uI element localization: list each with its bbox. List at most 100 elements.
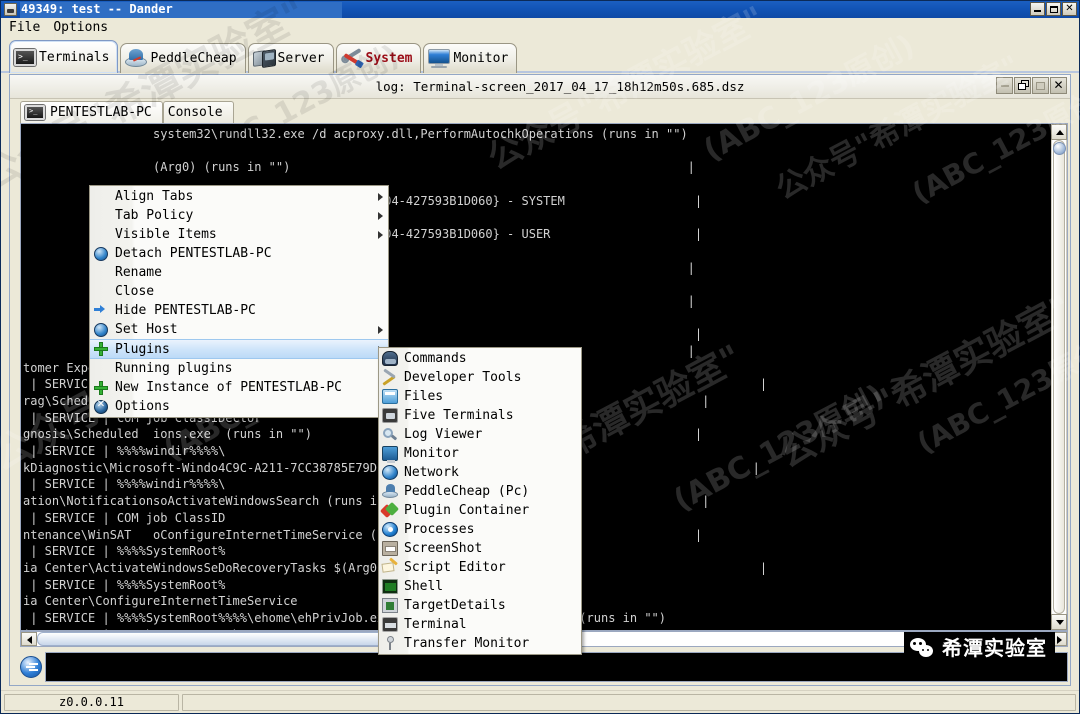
menu-item-label: Processes [404,522,475,537]
scroll-down-arrow[interactable] [1051,614,1067,630]
plugin-item-monitor[interactable]: Monitor [379,444,581,463]
console-vertical-scrollbar[interactable] [1050,124,1067,630]
scroll-left-arrow[interactable] [21,632,37,646]
plugin-item-targetdetails[interactable]: TargetDetails [379,596,581,615]
menu-item-label: Hide PENTESTLAB-PC [115,303,256,318]
menu-item-label: Shell [404,579,444,594]
menu-item-visible-items[interactable]: Visible Items [90,225,388,244]
scroll-thumb[interactable] [1053,140,1065,614]
plugins-submenu: Commands Developer Tools Files Five Termina… [378,347,582,655]
log-window-ghost-button[interactable] [996,77,1013,94]
menu-item-label: Close [115,284,155,299]
log-window-restore-button[interactable] [1014,77,1031,94]
log-window-titlebar: log: Terminal-screen_2017_04_17_18h12m50… [10,75,1070,99]
log-window-controls: ✕ [995,77,1067,94]
session-tab-pentestlab-pc[interactable]: PENTESTLAB-PC [20,101,163,123]
monitor-icon [382,446,398,463]
menu-item-label: Monitor [404,446,459,461]
shell-icon [382,579,398,594]
tab-monitor[interactable]: Monitor [423,43,518,73]
plugin-item-shell[interactable]: Shell [379,577,581,596]
log-window-minimize-button[interactable] [1032,77,1049,94]
menu-item-options[interactable]: Options [90,397,388,416]
minimize-button[interactable] [1030,2,1045,16]
monitor-icon [428,49,451,68]
submenu-arrow-icon [378,193,383,201]
plugin-item-files[interactable]: Files [379,387,581,406]
maximize-button[interactable] [1046,2,1061,16]
plus-icon [90,340,112,358]
tab-system-label: System [365,51,413,66]
plugin-item-five-terminals[interactable]: Five Terminals [379,406,581,425]
menu-item-rename[interactable]: Rename [90,263,388,282]
scroll-up-arrow[interactable] [1051,124,1067,140]
session-tab-console[interactable]: Console [162,101,234,123]
log-window-title: log: Terminal-screen_2017_04_17_18h12m50… [375,79,745,94]
script-editor-icon [379,559,401,577]
menu-item-align-tabs[interactable]: Align Tabs [90,187,388,206]
send-command-icon[interactable] [20,656,42,678]
files-icon [382,389,398,404]
submenu-arrow-icon [378,212,383,220]
five-terminals-icon [379,407,401,425]
server-icon [252,48,276,69]
menu-item-tab-policy[interactable]: Tab Policy [90,206,388,225]
status-bar: z0.0.0.11 [1,690,1079,713]
plugin-item-processes[interactable]: Processes [379,520,581,539]
window-title: 49349: test -- Dander [20,1,342,18]
menu-item-set-host[interactable]: Set Host [90,320,388,339]
menu-item-label: PeddleCheap (Pc) [404,484,530,499]
menu-item-label: TargetDetails [404,598,506,613]
menu-item-close[interactable]: Close [90,282,388,301]
menu-bar: File Options [1,18,1079,36]
menu-item-label: Align Tabs [115,189,194,204]
submenu-arrow-icon [378,231,383,239]
tab-server-label: Server [277,51,325,66]
commands-icon [379,350,401,368]
menu-item-label: Rename [115,265,162,280]
plugin-item-terminal[interactable]: Terminal [379,615,581,634]
plugin-item-screenshot[interactable]: ScreenShot [379,539,581,558]
menu-item-label: Tab Policy [115,208,194,223]
menu-item-running-plugins[interactable]: Running plugins [90,359,388,378]
menu-item-new-instance-of-pentestlab-pc[interactable]: New Instance of PENTESTLAB-PC [90,378,388,397]
plugin-item-plugin-container[interactable]: Plugin Container [379,501,581,520]
globe-icon [90,245,112,263]
scroll-track[interactable] [1051,140,1067,614]
screenshot-icon [382,541,398,556]
menu-item-label: Visible Items [115,227,217,242]
tab-server[interactable]: Server [247,43,334,73]
menu-item-hide-pentestlab-pc[interactable]: Hide PENTESTLAB-PC [90,301,388,320]
menu-options[interactable]: Options [51,20,110,35]
menu-file[interactable]: File [7,20,42,35]
terminal-icon [382,617,398,632]
tab-system[interactable]: System [335,43,422,73]
menu-item-detach-pentestlab-pc[interactable]: Detach PENTESTLAB-PC [90,244,388,263]
plugin-item-network[interactable]: Network [379,463,581,482]
status-message [182,693,1076,711]
log-viewer-icon [379,426,401,444]
menu-icon-slot [90,188,112,206]
x-circle-icon [90,398,112,416]
screenshot-icon [379,540,401,558]
globe-icon [90,321,112,339]
scroll-knob[interactable] [1053,142,1066,155]
plugin-item-commands[interactable]: Commands [379,349,581,368]
tab-peddlecheap[interactable]: PeddleCheap [120,43,246,73]
transfer-monitor-icon [379,635,401,653]
compass-icon [125,48,148,69]
tab-terminals[interactable]: Terminals [9,40,119,73]
log-window-close-button[interactable]: ✕ [1050,77,1067,94]
plugin-item-developer-tools[interactable]: Developer Tools [379,368,581,387]
plugin-item-transfer-monitor[interactable]: Transfer Monitor [379,634,581,653]
menu-item-label: Script Editor [404,560,506,575]
menu-item-plugins[interactable]: Plugins [90,339,388,359]
plugin-item-peddlecheap-pc[interactable]: PeddleCheap (Pc) [379,482,581,501]
tab-terminals-label: Terminals [39,49,110,65]
plugin-item-log-viewer[interactable]: Log Viewer [379,425,581,444]
processes-icon [379,521,401,539]
session-tab-label: PENTESTLAB-PC [50,105,152,120]
plugin-item-script-editor[interactable]: Script Editor [379,558,581,577]
close-button[interactable]: ✕ [1062,2,1077,16]
